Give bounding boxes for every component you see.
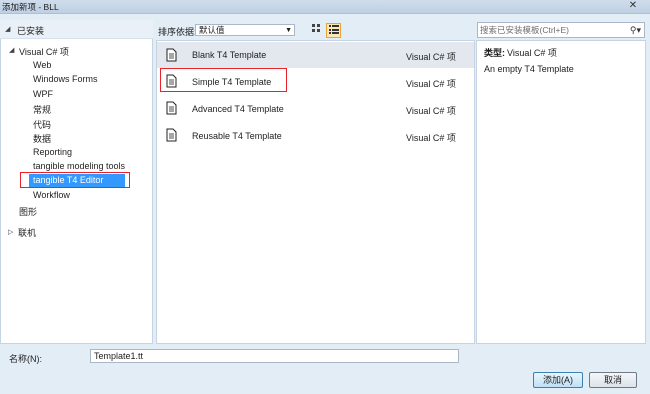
cancel-button[interactable]: 取消 xyxy=(589,372,637,388)
tree-item-general[interactable]: 常规 xyxy=(33,103,51,116)
sort-select[interactable]: 默认值 ▼ xyxy=(195,24,295,36)
collapse-triangle-icon[interactable]: ◢ xyxy=(9,46,14,54)
tree-item-reporting[interactable]: Reporting xyxy=(33,147,72,157)
search-input[interactable]: 搜索已安装模板(Ctrl+E) ⚲▾ xyxy=(477,22,645,38)
template-language: Visual C# 项 xyxy=(406,79,456,89)
window-title: 添加新项 - BLL xyxy=(2,2,59,12)
annotation-highlight-box xyxy=(160,68,287,92)
sort-label: 排序依据: xyxy=(158,27,197,37)
name-field[interactable]: Template1.tt xyxy=(90,349,459,363)
template-name: Advanced T4 Template xyxy=(192,104,284,114)
tree-item-visual-csharp[interactable]: Visual C# 项 xyxy=(19,45,69,58)
online-label: 联机 xyxy=(18,228,37,238)
type-label: 类型: xyxy=(484,48,505,58)
expand-triangle-icon[interactable]: ▷ xyxy=(8,228,13,236)
grid-icon xyxy=(312,24,320,32)
template-description: An empty T4 Template xyxy=(484,64,574,74)
tree-item-wpf[interactable]: WPF xyxy=(33,89,53,99)
document-icon xyxy=(166,101,177,115)
dropdown-arrow-icon: ▼ xyxy=(285,27,292,34)
type-value: Visual C# 项 xyxy=(507,48,557,58)
document-icon xyxy=(166,128,177,142)
search-placeholder: 搜索已安装模板(Ctrl+E) xyxy=(480,25,570,35)
template-language: Visual C# 项 xyxy=(406,52,456,62)
title-bar xyxy=(0,0,650,14)
template-language: Visual C# 项 xyxy=(406,133,456,143)
list-view-button[interactable] xyxy=(326,23,341,38)
template-language: Visual C# 项 xyxy=(406,106,456,116)
tree-item-workflow[interactable]: Workflow xyxy=(33,190,70,200)
tree-item-windows-forms[interactable]: Windows Forms xyxy=(33,74,98,84)
template-name: Reusable T4 Template xyxy=(192,131,282,141)
tree-item-data[interactable]: 数据 xyxy=(33,132,51,145)
document-icon xyxy=(166,48,177,62)
template-name: Blank T4 Template xyxy=(192,50,267,60)
search-icon[interactable]: ⚲▾ xyxy=(630,23,641,37)
list-icon xyxy=(328,25,339,34)
details-panel xyxy=(476,40,646,344)
tree-item-tangible-modeling-tools[interactable]: tangible modeling tools xyxy=(33,161,125,171)
add-button[interactable]: 添加(A) xyxy=(533,372,583,388)
name-value: Template1.tt xyxy=(94,351,144,361)
small-icons-view-button[interactable] xyxy=(310,24,323,37)
tree-item-web[interactable]: Web xyxy=(33,60,51,70)
collapse-triangle-icon[interactable]: ◢ xyxy=(5,25,10,33)
sort-value: 默认值 xyxy=(199,25,225,35)
close-button[interactable]: ✕ xyxy=(616,0,650,12)
installed-label: 已安装 xyxy=(17,26,45,36)
name-label: 名称(N): xyxy=(9,354,42,364)
tree-item-graphics[interactable]: 图形 xyxy=(19,205,37,218)
annotation-highlight-box xyxy=(20,172,130,188)
tree-item-code[interactable]: 代码 xyxy=(33,118,51,131)
